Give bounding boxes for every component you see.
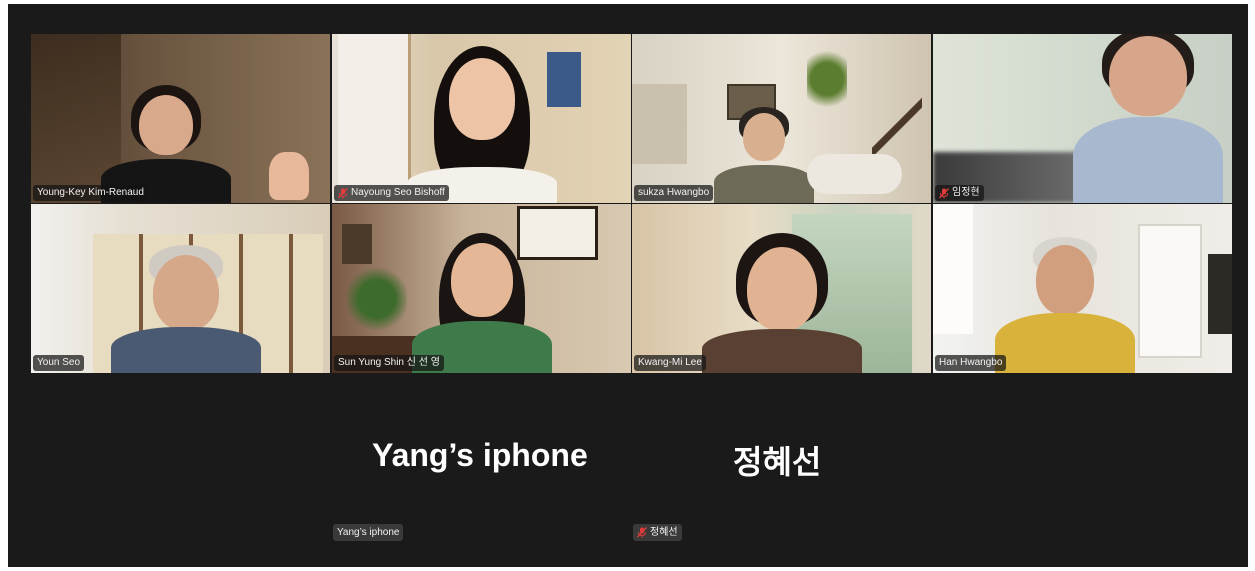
participant-name-tag: sukza Hwangbo xyxy=(634,185,714,201)
window xyxy=(933,204,973,334)
participant-video xyxy=(990,223,1140,373)
participant-video xyxy=(106,243,266,373)
video-tile-han-hwangbo[interactable]: Han Hwangbo xyxy=(933,204,1232,373)
meeting-window: Young-Key Kim-Renaud Nayoung Seo Bishoff xyxy=(8,4,1248,567)
participant-name-tag: Young-Key Kim-Renaud xyxy=(33,185,148,201)
mic-muted-icon xyxy=(939,187,949,199)
tv xyxy=(1208,254,1232,334)
participant-video xyxy=(86,73,246,203)
participant-name-tag: 정혜선 xyxy=(633,524,682,541)
participant-name-tag: Kwang-Mi Lee xyxy=(634,355,706,371)
participant-name: 임정현 xyxy=(952,187,980,198)
participant-video xyxy=(709,103,819,203)
video-tile-jeonghyeon[interactable]: 임정현 xyxy=(933,34,1232,203)
wall-frame xyxy=(342,224,372,264)
participant-name: Sun Yung Shin 신 선 영 xyxy=(338,357,440,368)
participant-name: Kwang-Mi Lee xyxy=(638,357,702,368)
participant-name-tag: Youn Seo xyxy=(33,355,85,371)
video-tile-sun-yung[interactable]: Sun Yung Shin 신 선 영 xyxy=(332,204,631,373)
potted-plant xyxy=(347,264,407,334)
waving-hand xyxy=(269,152,309,200)
participant-name: Youn Seo xyxy=(37,357,81,368)
pillow xyxy=(807,154,902,194)
participant-name: 정혜선 xyxy=(650,527,678,538)
participant-name-tag: 임정현 xyxy=(935,185,984,201)
mic-muted-icon xyxy=(637,527,647,538)
video-tile-youn-seo[interactable]: Youn Seo xyxy=(31,204,330,373)
audio-only-display-name: 정혜선 xyxy=(733,444,822,480)
participant-name-tag: Han Hwangbo xyxy=(935,355,1007,371)
participant-name-tag: Yang’s iphone xyxy=(333,524,404,541)
video-tile-young-key[interactable]: Young-Key Kim-Renaud xyxy=(31,34,330,203)
participant-name-tag: Sun Yung Shin 신 선 영 xyxy=(334,355,444,371)
participant-name: Young-Key Kim-Renaud xyxy=(37,187,144,198)
mic-muted-icon xyxy=(338,187,348,199)
participant-name: Nayoung Seo Bishoff xyxy=(351,187,445,198)
participant-name: Han Hwangbo xyxy=(939,357,1003,368)
participant-name-tag: Nayoung Seo Bishoff xyxy=(334,185,449,201)
participant-video xyxy=(402,213,562,373)
participant-name: sukza Hwangbo xyxy=(638,187,710,198)
video-tile-sukza[interactable]: sukza Hwangbo xyxy=(632,34,931,203)
participant-video xyxy=(1073,34,1224,203)
participant-video xyxy=(387,38,577,203)
video-tile-nayoung[interactable]: Nayoung Seo Bishoff xyxy=(332,34,631,203)
audio-only-display-name: Yang’s iphone xyxy=(372,437,588,473)
fridge-notes xyxy=(632,84,687,164)
video-tile-kwang-mi-active-speaker[interactable]: Kwang-Mi Lee xyxy=(632,204,931,373)
participant-name: Yang’s iphone xyxy=(337,527,400,538)
participant-video xyxy=(697,223,867,373)
door xyxy=(1138,224,1202,358)
